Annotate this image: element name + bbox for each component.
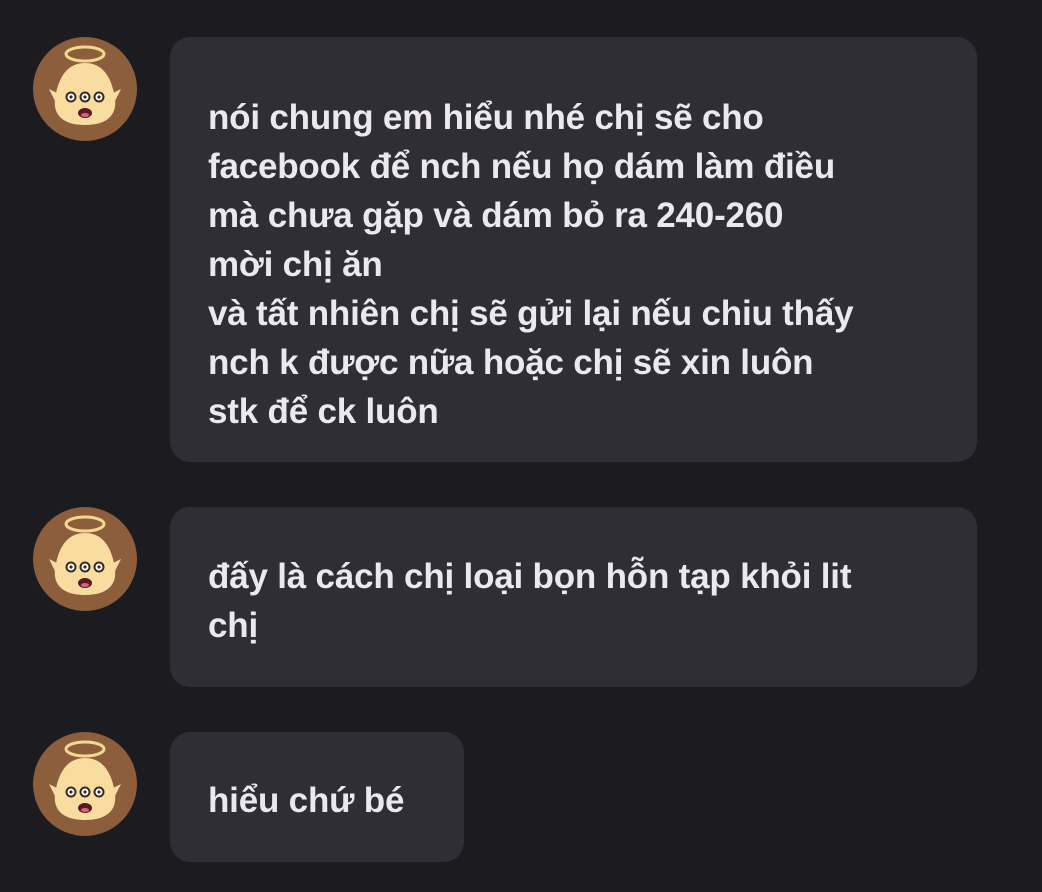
message-text-line: hiểu chứ bé	[208, 781, 405, 820]
message-bubble[interactable]: hiểu chứ bé	[170, 732, 464, 862]
message-text-line: chị	[208, 606, 258, 645]
message-text-line: mà chưa gặp và dám bỏ ra 240-260	[208, 196, 784, 235]
message-bubble[interactable]: đấy là cách chị loại bọn hỗn tạp khỏi li…	[170, 507, 977, 687]
message-text-line: stk để ck luôn	[208, 392, 439, 431]
sender-avatar[interactable]	[33, 37, 137, 141]
message-text-line: nch k được nữa hoặc chị sẽ xin luôn	[208, 343, 814, 382]
crying-angel-face-icon	[33, 732, 137, 836]
message-text-line: mời chị ăn	[208, 245, 383, 284]
message-text-line: đấy là cách chị loại bọn hỗn tạp khỏi li…	[208, 557, 852, 596]
crying-angel-face-icon	[33, 37, 137, 141]
sender-avatar[interactable]	[33, 732, 137, 836]
message-thread: nói chung em hiểu nhé chị sẽ cho faceboo…	[0, 0, 1042, 892]
message-text-line: nói chung em hiểu nhé chị sẽ cho	[208, 98, 764, 137]
crying-angel-face-icon	[33, 507, 137, 611]
message-bubble[interactable]: nói chung em hiểu nhé chị sẽ cho faceboo…	[170, 37, 977, 462]
message-text-line: facebook để nch nếu họ dám làm điều	[208, 147, 835, 186]
sender-avatar[interactable]	[33, 507, 137, 611]
message-text-line: và tất nhiên chị sẽ gửi lại nếu chiu thấ…	[208, 294, 854, 333]
